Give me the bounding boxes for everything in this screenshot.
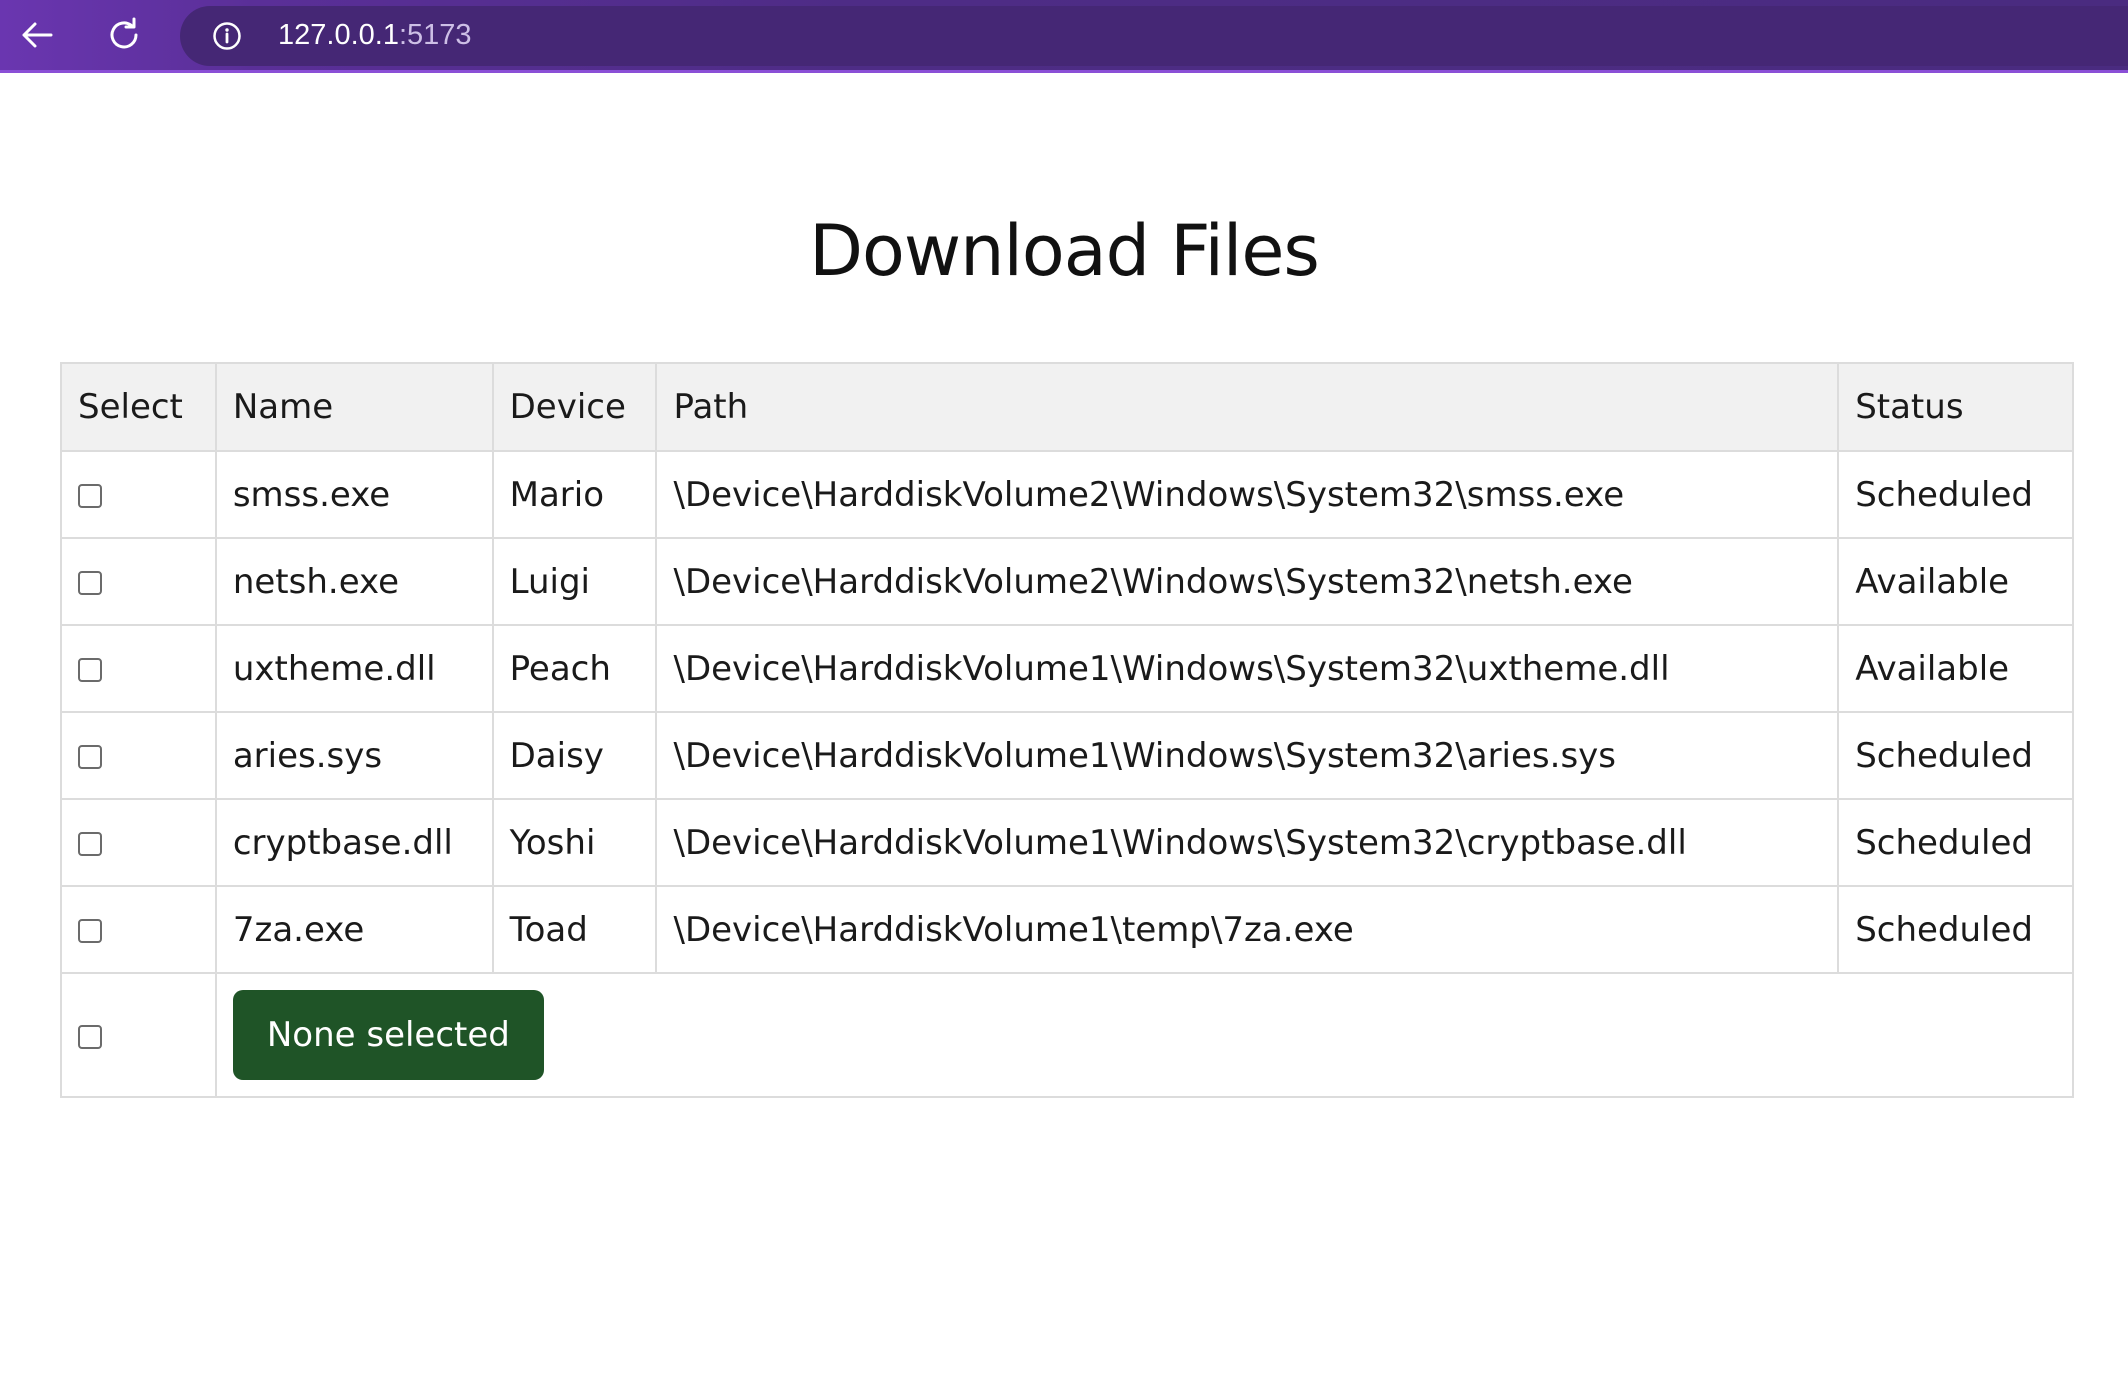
row-checkbox[interactable] (78, 571, 102, 595)
table-row: aries.sys Daisy \Device\HarddiskVolume1\… (60, 711, 2074, 800)
header-select: Select (60, 362, 217, 452)
row-checkbox[interactable] (78, 919, 102, 943)
info-icon[interactable] (212, 21, 242, 51)
table-row: netsh.exe Luigi \Device\HarddiskVolume2\… (60, 537, 2074, 626)
download-selected-button[interactable]: None selected (232, 990, 544, 1080)
footer-action-cell: None selected (214, 972, 2075, 1098)
status-cell: Scheduled (1837, 885, 2074, 974)
header-device: Device (491, 362, 658, 452)
select-cell (60, 624, 217, 713)
file-name-cell: cryptbase.dll (214, 798, 494, 887)
table-row: cryptbase.dll Yoshi \Device\HarddiskVolu… (60, 798, 2074, 887)
address-bar[interactable]: 127.0.0.1:5173 (180, 6, 2128, 66)
path-cell: \Device\HarddiskVolume1\temp\7za.exe (655, 885, 1840, 974)
path-cell: \Device\HarddiskVolume1\Windows\System32… (655, 798, 1840, 887)
status-cell: Available (1837, 624, 2074, 713)
status-cell: Available (1837, 537, 2074, 626)
file-name-cell: 7za.exe (214, 885, 494, 974)
path-cell: \Device\HarddiskVolume1\Windows\System32… (655, 624, 1840, 713)
browser-toolbar: 127.0.0.1:5173 (0, 0, 2128, 73)
header-status: Status (1837, 362, 2074, 452)
file-name-cell: smss.exe (214, 450, 494, 539)
row-checkbox[interactable] (78, 832, 102, 856)
path-cell: \Device\HarddiskVolume2\Windows\System32… (655, 450, 1840, 539)
back-button[interactable] (12, 10, 62, 60)
reload-icon (110, 17, 138, 49)
path-cell: \Device\HarddiskVolume2\Windows\System32… (655, 537, 1840, 626)
device-cell: Luigi (491, 537, 658, 626)
row-checkbox[interactable] (78, 484, 102, 508)
table-row: 7za.exe Toad \Device\HarddiskVolume1\tem… (60, 885, 2074, 974)
table-row: smss.exe Mario \Device\HarddiskVolume2\W… (60, 450, 2074, 539)
url-text: 127.0.0.1:5173 (278, 19, 472, 52)
device-cell: Mario (491, 450, 658, 539)
select-all-cell (60, 972, 217, 1098)
path-cell: \Device\HarddiskVolume1\Windows\System32… (655, 711, 1840, 800)
url-host: 127.0.0.1 (278, 19, 399, 51)
file-name-cell: netsh.exe (214, 537, 494, 626)
select-cell (60, 885, 217, 974)
device-cell: Toad (491, 885, 658, 974)
select-cell (60, 537, 217, 626)
status-cell: Scheduled (1837, 450, 2074, 539)
status-cell: Scheduled (1837, 798, 2074, 887)
select-cell (60, 450, 217, 539)
back-arrow-icon (22, 22, 53, 48)
header-path: Path (655, 362, 1840, 452)
row-checkbox[interactable] (78, 658, 102, 682)
file-name-cell: aries.sys (214, 711, 494, 800)
page-title: Download Files (809, 210, 1320, 292)
header-name: Name (214, 362, 494, 452)
url-port: :5173 (398, 19, 472, 51)
file-name-cell: uxtheme.dll (214, 624, 494, 713)
device-cell: Daisy (491, 711, 658, 800)
files-table: Select Name Device Path Status smss.exe … (60, 362, 2075, 1098)
device-cell: Yoshi (491, 798, 658, 887)
table-row: uxtheme.dll Peach \Device\HarddiskVolume… (60, 624, 2074, 713)
device-cell: Peach (491, 624, 658, 713)
select-cell (60, 711, 217, 800)
reload-button[interactable] (99, 10, 149, 60)
select-cell (60, 798, 217, 887)
row-checkbox[interactable] (78, 745, 102, 769)
select-all-checkbox[interactable] (78, 1024, 102, 1049)
table-header-row: Select Name Device Path Status (60, 362, 2074, 452)
table-footer-row: None selected (60, 972, 2075, 1098)
status-cell: Scheduled (1837, 711, 2074, 800)
